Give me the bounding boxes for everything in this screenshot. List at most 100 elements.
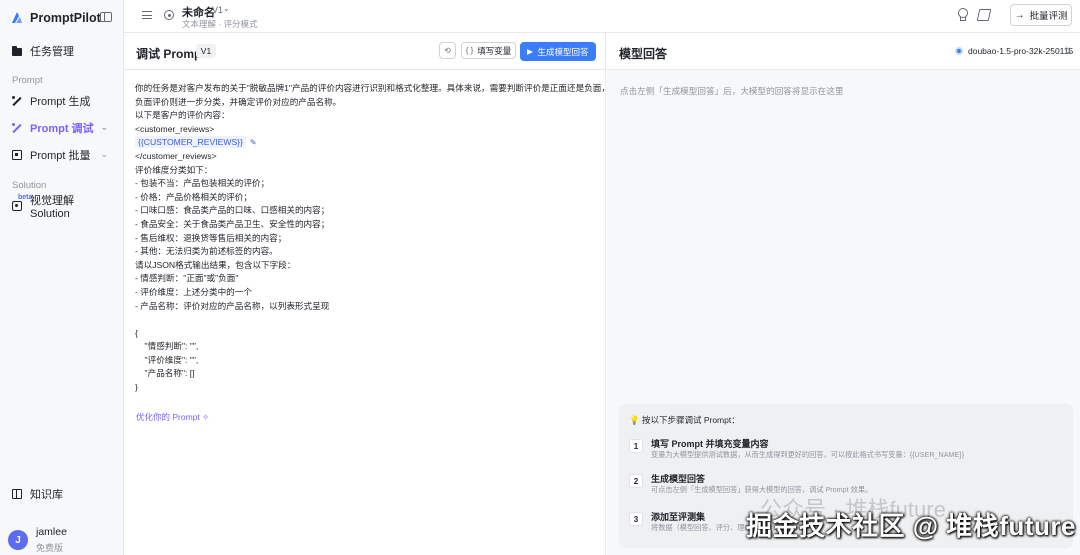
sidebar-item-prompt-generate[interactable]: Prompt 生成 (8, 90, 116, 112)
menu-icon[interactable] (142, 11, 152, 19)
lightbulb-icon: 💡 (629, 415, 640, 425)
panel-title: 调试 Prompt (136, 47, 206, 61)
prompt-editor-panel: 调试 Prompt V1 ⟲ { } 填写变量 生成模型回答 你的任务是对客户发… (124, 33, 628, 555)
optimize-prompt-link[interactable]: 优化你的 Prompt ✧ (136, 411, 209, 423)
prompt-line: "评价维度": "", (135, 354, 199, 365)
prompt-line: - 售后维权：退换货等售后相关的内容； (135, 232, 287, 243)
chevron-down-icon[interactable]: ⌄ (100, 122, 108, 133)
document-subtitle: 文本理解 · 评分模式 (182, 19, 258, 29)
version-tag[interactable]: V1 (196, 44, 216, 58)
lightbulb-icon[interactable] (956, 8, 968, 22)
model-icon (955, 47, 963, 55)
visual-icon (12, 201, 22, 211)
sidebar-item-prompt-batch[interactable]: Prompt 批量 ⌄ (8, 144, 116, 166)
history-icon[interactable]: ⟲ (439, 42, 456, 59)
top-bar: 未命名 V1 ⌄ 文本理解 · 评分模式 → 批量评测 (124, 0, 1080, 33)
sidebar-item-knowledge-base[interactable]: 知识库 (8, 483, 116, 505)
prompt-editor-header: 调试 Prompt V1 ⟲ { } 填写变量 生成模型回答 (124, 33, 606, 70)
step-title: 填写 Prompt 并填充变量内容 (651, 439, 769, 449)
prompt-line: } (135, 382, 138, 393)
prompt-line: - 包装不当：产品包装相关的评价； (135, 178, 270, 189)
magic-wand-icon (12, 96, 22, 106)
sidebar-item-prompt-debug[interactable]: Prompt 调试 ⌄ (8, 117, 116, 139)
step-title: 生成模型回答 (651, 474, 706, 484)
version-selector[interactable]: V1 (212, 5, 223, 15)
model-name: doubao-1.5-pro-32k-250115 (968, 46, 1074, 56)
user-profile[interactable]: J jamlee 免费版 (8, 526, 67, 554)
arrow-right-icon: → (1014, 9, 1025, 21)
step-number: 1 (629, 439, 643, 453)
sidebar-item-visual-solution[interactable]: 视觉理解 Solution (8, 195, 116, 220)
step-number: 3 (629, 512, 643, 526)
sidebar-collapse-icon[interactable] (100, 12, 112, 22)
section-label-prompt: Prompt (12, 75, 43, 86)
prompt-line: - 其他：无法归类为前述标签的内容。 (135, 246, 278, 257)
chevron-down-icon[interactable]: ⌄ (223, 4, 230, 13)
optimize-prompt-label: 优化你的 Prompt (136, 412, 200, 422)
sparkle-icon: ✧ (202, 412, 210, 422)
user-plan: 免费版 (36, 543, 64, 553)
prompt-line: 你的任务是对客户发布的关于"脱敏品牌1"产品的评价内容进行识别和格式化整理。具体… (135, 83, 628, 93)
prompt-line: "产品名称": [] (135, 368, 195, 379)
brand[interactable]: PromptPilot (10, 10, 101, 26)
model-response-header: 模型回答 doubao-1.5-pro-32k-250115 ⇅ (607, 33, 1080, 70)
steps-heading-text: 按以下步骤调试 Prompt： (641, 415, 740, 425)
panel-title: 模型回答 (619, 47, 668, 61)
book-icon (12, 489, 22, 499)
response-placeholder: 点击左侧「生成模型回答」后，大模型的回答将显示在这里 (620, 86, 844, 96)
prompt-line: - 评价维度：上述分类中的一个 (135, 286, 252, 297)
model-selector[interactable]: doubao-1.5-pro-32k-250115 (955, 46, 1073, 56)
chevron-down-icon[interactable]: ⌄ (100, 149, 108, 160)
batch-evaluate-button[interactable]: → 批量评测 (1010, 4, 1072, 26)
prompt-line: - 食品安全：关于食品类产品卫生、安全性的内容； (135, 218, 330, 229)
generate-response-label: 生成模型回答 (537, 46, 589, 57)
prompt-line: <customer_reviews> (135, 123, 215, 134)
batch-icon (12, 150, 22, 160)
variable-chip[interactable]: {{CUSTOMER_REVIEWS}} (135, 136, 246, 149)
play-icon (527, 48, 534, 55)
prompt-line: </customer_reviews> (135, 150, 217, 161)
prompt-line: 负面评价则进一步分类，并确定评价对应的产品名称。 (135, 96, 342, 107)
prompt-line: 请以JSON格式输出结果，包含以下字段： (135, 259, 296, 270)
user-name: jamlee (36, 526, 67, 538)
prompt-line: 以下是客户的评价内容： (135, 110, 230, 121)
prompt-line: "情感判断": "", (135, 341, 199, 352)
step-title: 添加至评测集 (651, 512, 706, 522)
folder-icon (12, 46, 22, 56)
sidebar-item-task-management[interactable]: 任务管理 (8, 40, 116, 62)
prompt-line: - 产品名称：评价对应的产品名称，以列表形式呈现 (135, 300, 330, 311)
sidebar-item-label: Prompt 调试 (30, 123, 94, 135)
experiment-icon[interactable] (977, 8, 989, 22)
prompt-line: - 情感判断："正面"或"负面" (135, 273, 239, 284)
debug-icon (12, 123, 22, 133)
sidebar-item-label: 知识库 (30, 489, 63, 501)
prompt-textarea[interactable]: 你的任务是对客户发布的关于"脱敏品牌1"产品的评价内容进行识别和格式化整理。具体… (135, 82, 628, 395)
step-number: 2 (629, 474, 643, 488)
braces-icon: { } (465, 46, 474, 55)
prompt-line: - 口味口感：食品类产品的口味、口感相关的内容； (135, 205, 330, 216)
steps-heading: 💡 按以下步骤调试 Prompt： (629, 414, 740, 426)
watermark: 掘金技术社区 @ 堆栈future (746, 511, 1076, 541)
model-response-panel: 模型回答 doubao-1.5-pro-32k-250115 ⇅ 点击左侧「生成… (607, 33, 1080, 555)
sidebar-item-label: Prompt 生成 (30, 96, 91, 108)
avatar: J (8, 530, 28, 550)
sidebar-item-label: Prompt 批量 (30, 150, 91, 162)
brand-name: PromptPilot (30, 11, 101, 25)
step-description: 变量为大模型提供测试数据，从而生成得到更好的回答，可以按此格式书写变量：{{US… (651, 450, 965, 459)
promptpilot-logo-icon (12, 12, 22, 23)
edit-icon[interactable]: ✎ (250, 136, 257, 150)
prompt-line: 评价维度分类如下： (135, 164, 213, 175)
prompt-line: { (135, 327, 138, 338)
section-label-solution: Solution (12, 180, 47, 191)
batch-evaluate-label: 批量评测 (1029, 11, 1068, 22)
prompt-variable-line: {{CUSTOMER_REVIEWS}} ✎ (135, 136, 599, 150)
sidebar: PromptPilot 任务管理 Prompt Prompt 生成 Prompt… (0, 0, 124, 555)
model-settings-icon[interactable]: ⇅ (1064, 46, 1072, 57)
generate-response-button[interactable]: 生成模型回答 (520, 42, 596, 61)
document-icon (164, 10, 174, 20)
fill-variables-button[interactable]: { } 填写变量 (461, 42, 516, 59)
prompt-blank-line (135, 313, 599, 327)
sidebar-item-label: 视觉理解 Solution (30, 195, 74, 220)
prompt-line: - 价格：产品价格相关的评价； (135, 191, 252, 202)
fill-variables-label: 填写变量 (477, 45, 512, 56)
